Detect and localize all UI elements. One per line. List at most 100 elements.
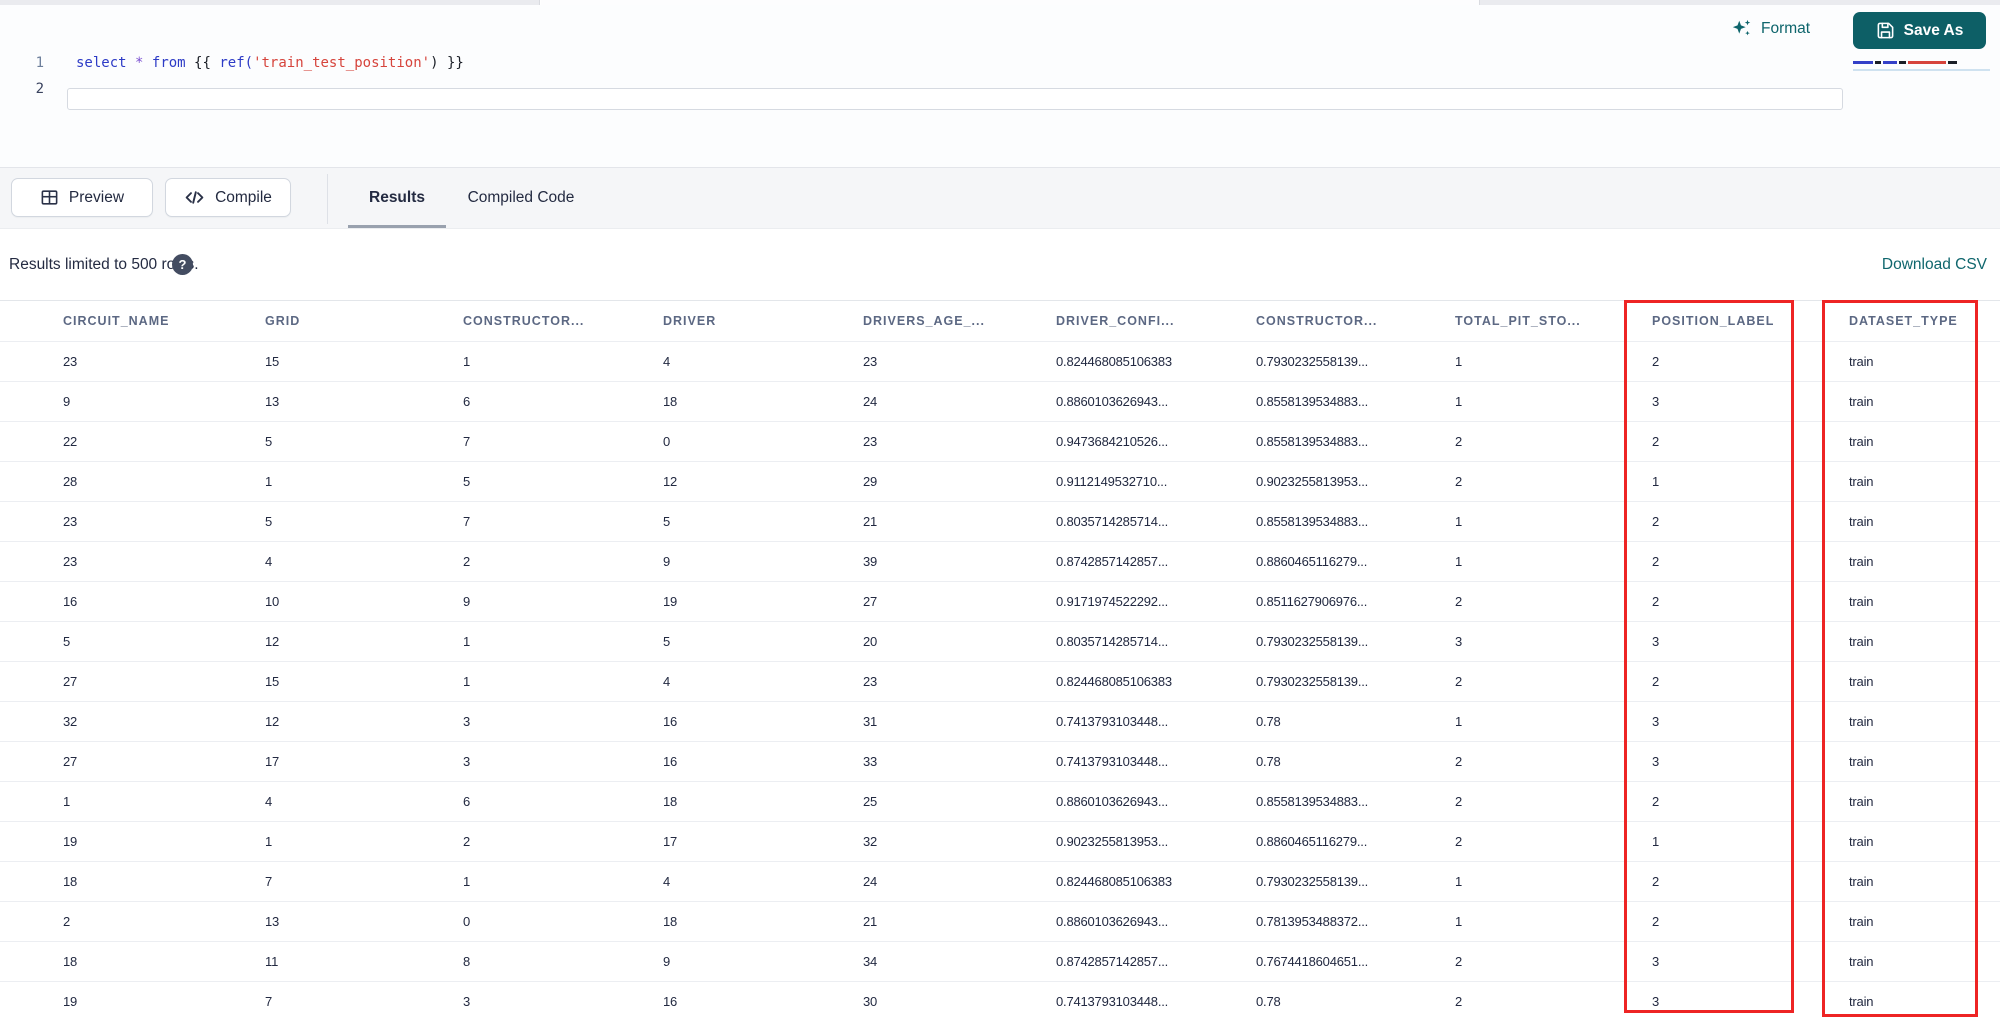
table-cell: 32: [863, 834, 878, 849]
tab-compiled-code-label: Compiled Code: [467, 189, 575, 206]
table-cell: 23: [63, 554, 78, 569]
column-header[interactable]: DRIVER: [663, 301, 863, 341]
table-cell: train: [1849, 554, 1874, 569]
table-cell: 17: [663, 834, 678, 849]
table-cell: 0.8742857142857...: [1056, 954, 1169, 969]
table-cell: train: [1849, 394, 1874, 409]
column-header[interactable]: DATASET_TYPE: [1849, 301, 2000, 341]
sparkles-icon: [1732, 19, 1751, 36]
code-area[interactable]: 1 select * from {{ ref('train_test_posit…: [0, 50, 1850, 102]
table-cell: 0.8035714285714...: [1056, 634, 1169, 649]
tab-compiled-code[interactable]: Compiled Code: [455, 168, 587, 228]
code-line-2[interactable]: 2: [0, 76, 1850, 102]
table-cell: 4: [663, 874, 671, 889]
table-cell: 0.7930232558139...: [1256, 354, 1369, 369]
column-header[interactable]: TOTAL_PIT_STO...: [1455, 301, 1652, 341]
table-cell: 4: [265, 794, 273, 809]
column-header[interactable]: POSITION_LABEL: [1652, 301, 1849, 341]
save-icon: [1877, 22, 1894, 39]
table-cell: 1: [1455, 394, 1463, 409]
table-cell: 11: [265, 954, 279, 969]
table-cell: 2: [1455, 994, 1463, 1009]
table-cell: 12: [265, 714, 280, 729]
table-cell: 30: [863, 994, 878, 1009]
table-cell: 0.8860103626943...: [1056, 794, 1169, 809]
code-icon: [185, 191, 204, 204]
table-cell: 23: [863, 434, 878, 449]
table-cell: 2: [1652, 594, 1660, 609]
table-cell: 1: [463, 354, 471, 369]
sql-editor[interactable]: Format Save As 1 select * from {{ ref('t…: [0, 5, 2000, 167]
table-cell: 0: [663, 434, 671, 449]
format-button[interactable]: Format: [1731, 15, 1810, 43]
table-cell: 1: [463, 634, 471, 649]
table-cell: train: [1849, 474, 1874, 489]
table-cell: 10: [265, 594, 280, 609]
help-icon[interactable]: ?: [172, 254, 193, 275]
table-cell: 2: [1455, 674, 1463, 689]
table-cell: 2: [1652, 794, 1660, 809]
compile-button[interactable]: Compile: [165, 178, 291, 217]
table-cell: 0.7930232558139...: [1256, 634, 1369, 649]
table-cell: 5: [63, 634, 71, 649]
table-cell: 5: [663, 634, 671, 649]
table-cell: 3: [1652, 754, 1660, 769]
table-cell: 9: [663, 554, 671, 569]
table-cell: train: [1849, 354, 1874, 369]
table-cell: 19: [63, 994, 78, 1009]
download-csv-link[interactable]: Download CSV: [1882, 229, 1987, 300]
format-label: Format: [1761, 20, 1811, 37]
column-header[interactable]: CONSTRUCTOR...: [463, 301, 663, 341]
column-header[interactable]: GRID: [265, 301, 463, 341]
table-cell: 1: [1455, 514, 1463, 529]
table-row: 2 13 0 18 21 0.8860103626943... 0.781395348837…: [0, 902, 2000, 942]
table-row: 27 15 1 4 23 0.824468085106383 0.7930232558139…: [0, 662, 2000, 702]
save-as-button[interactable]: Save As: [1853, 12, 1986, 49]
table-cell: 6: [463, 794, 471, 809]
code-line-1[interactable]: 1 select * from {{ ref('train_test_posit…: [0, 50, 1850, 76]
row-limit-text: Results limited to 500 rows.: [9, 255, 199, 273]
table-cell: 27: [63, 674, 78, 689]
column-header[interactable]: DRIVERS_AGE_...: [863, 301, 1056, 341]
table-cell: 2: [1652, 874, 1660, 889]
table-cell: 2: [1455, 434, 1463, 449]
table-cell: 2: [63, 914, 71, 929]
table-cell: train: [1849, 514, 1874, 529]
code-minimap[interactable]: [1853, 61, 1990, 71]
table-cell: 7: [265, 874, 273, 889]
table-cell: 9: [463, 594, 471, 609]
table-cell: 8: [463, 954, 471, 969]
table-cell: 2: [1455, 834, 1463, 849]
table-cell: 1: [463, 674, 471, 689]
code-token: select: [76, 55, 127, 71]
minimap-line: [1853, 61, 1990, 64]
table-cell: 3: [1455, 634, 1463, 649]
table-cell: 0.8860465116279...: [1256, 554, 1368, 569]
column-header[interactable]: DRIVER_CONFI...: [1056, 301, 1256, 341]
table-cell: 27: [863, 594, 878, 609]
table-cell: 0.8558139534883...: [1256, 394, 1369, 409]
column-header[interactable]: CIRCUIT_NAME: [63, 301, 265, 341]
code-tokens: select * from {{ ref('train_test_positio…: [76, 50, 464, 76]
table-cell: 2: [1455, 594, 1463, 609]
column-header[interactable]: CONSTRUCTOR...: [1256, 301, 1455, 341]
table-cell: 1: [1455, 874, 1463, 889]
tab-results[interactable]: Results: [348, 168, 446, 228]
code-token: from: [151, 55, 186, 71]
table-cell: 1: [265, 474, 273, 489]
table-cell: 2: [1652, 514, 1660, 529]
preview-label: Preview: [68, 188, 125, 206]
table-row: 18 7 1 4 24 0.824468085106383 0.7930232558139.…: [0, 862, 2000, 902]
table-cell: 1: [463, 874, 471, 889]
table-cell: 0: [463, 914, 471, 929]
table-cell: 25: [863, 794, 878, 809]
table-cell: 23: [863, 674, 878, 689]
preview-button[interactable]: Preview: [11, 178, 153, 217]
code-token: 'train_test_position': [253, 55, 431, 71]
table-cell: 32: [63, 714, 78, 729]
table-cell: 1: [265, 834, 273, 849]
table-cell: 22: [63, 434, 78, 449]
